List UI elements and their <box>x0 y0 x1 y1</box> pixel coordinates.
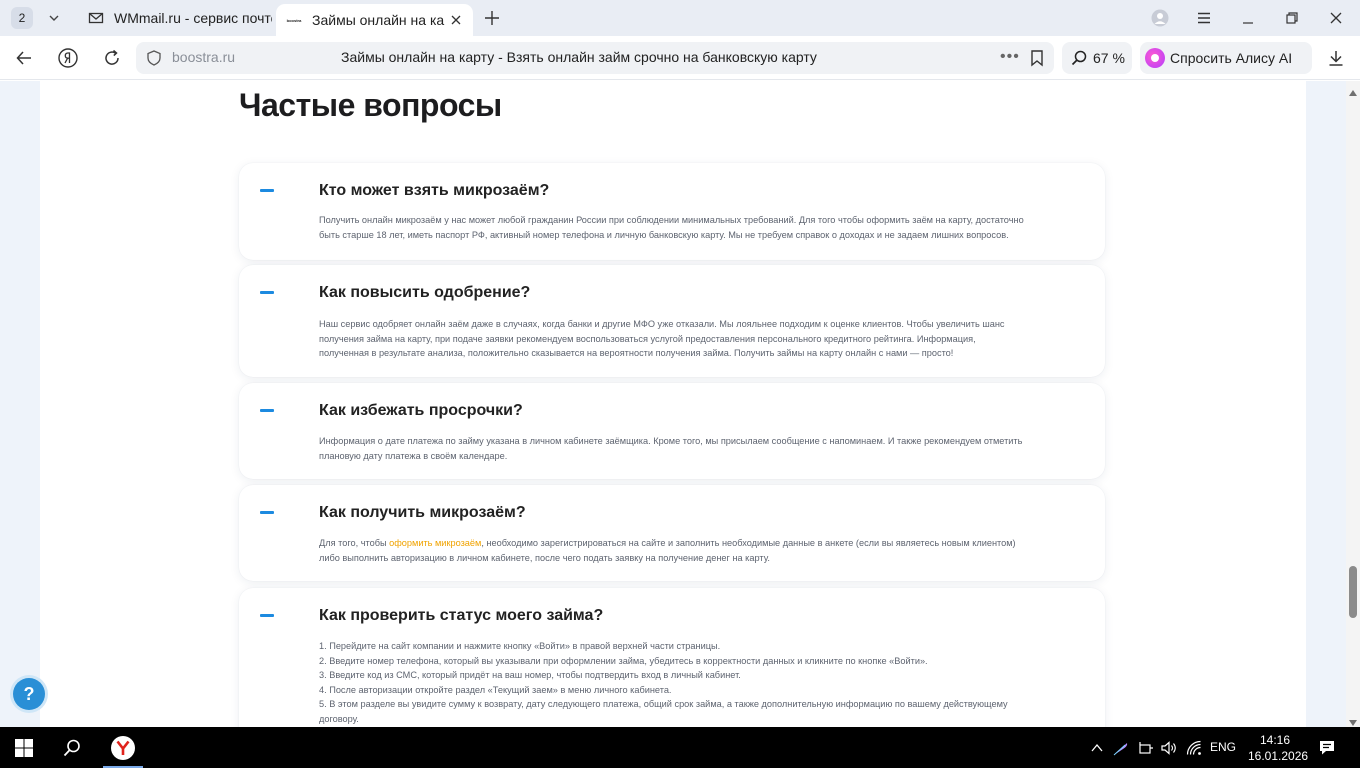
tab-title: Займы онлайн на карту <box>312 12 445 28</box>
faq-answer-line: 1. Перейдите на сайт компании и нажмите … <box>319 641 721 651</box>
faq-question[interactable]: Как получить микрозаём? <box>319 504 526 522</box>
faq-answer-line: 5. В этом разделе вы увидите сумму к воз… <box>319 699 1008 710</box>
ask-alice-button[interactable]: Спросить Алису AI <box>1140 42 1312 74</box>
faq-answer-line: либо выполнить авторизацию в личном каби… <box>319 552 770 563</box>
tab-title: WMmail.ru - сервис почтовых рассылок <box>114 10 272 26</box>
faq-answer: Информация о дате платежа по займу указа… <box>319 434 1091 463</box>
faq-answer: 1. Перейдите на сайт компании и нажмите … <box>319 639 1091 727</box>
scroll-down-arrow-icon[interactable] <box>1349 714 1357 726</box>
address-page-title: Займы онлайн на карту - Взять онлайн зай… <box>341 49 817 65</box>
faq-answer: Наш сервис одобряет онлайн заём даже в с… <box>319 317 1091 361</box>
yandex-browser-taskbar-button[interactable] <box>103 727 143 768</box>
wifi-icon[interactable] <box>1185 739 1203 757</box>
clock[interactable]: 14:16 16.01.2026 <box>1248 732 1309 764</box>
faq-answer-line: Для того, чтобы оформить микрозаём, необ… <box>319 536 1091 551</box>
input-language-indicator[interactable]: ENG <box>1210 740 1236 754</box>
collapse-minus-icon[interactable] <box>260 409 274 412</box>
faq-answer-line: плановую дату платежа в своём календаре. <box>319 450 508 461</box>
close-tab-icon[interactable] <box>445 9 467 31</box>
network-device-icon[interactable] <box>1137 739 1155 757</box>
yandex-home-icon[interactable] <box>56 46 80 70</box>
reload-icon[interactable] <box>100 46 124 70</box>
faq-item[interactable]: Как получить микрозаём? Для того, чтобы … <box>239 485 1105 581</box>
clock-time: 14:16 <box>1259 733 1291 747</box>
browser-toolbar: boostra.ru Займы онлайн на карту - Взять… <box>0 36 1360 80</box>
faq-answer-line: договору. <box>319 713 359 724</box>
menu-hamburger-icon[interactable] <box>1191 6 1217 30</box>
tab-count-button[interactable]: 2 <box>11 7 33 29</box>
zoom-level: 67 % <box>1093 50 1125 66</box>
zoom-indicator[interactable]: 67 % <box>1062 42 1132 74</box>
boostra-favicon-icon: boostra <box>286 12 302 28</box>
faq-answer: Получить онлайн микрозаём у нас может лю… <box>319 213 1091 242</box>
faq-answer-line: 3. Введите код из СМС, который придёт на… <box>319 670 741 681</box>
scroll-up-arrow-icon[interactable] <box>1349 84 1357 96</box>
scrollbar-thumb[interactable] <box>1349 566 1357 618</box>
faq-answer-line: 4. После авторизации откройте раздел «Те… <box>319 684 672 695</box>
bookmark-icon[interactable] <box>1028 49 1046 67</box>
yandex-browser-icon <box>111 735 135 760</box>
wmmail-favicon-icon <box>88 10 104 26</box>
address-host: boostra.ru <box>172 49 236 65</box>
profile-avatar-icon[interactable] <box>1147 6 1173 30</box>
faq-item[interactable]: Как повысить одобрение? Наш сервис одобр… <box>239 265 1105 377</box>
collapse-minus-icon[interactable] <box>260 614 274 617</box>
faq-answer-line: полученная в результате анализа, положит… <box>319 348 954 359</box>
faq-answer-line: получения займа на карту, при подаче зая… <box>319 333 976 344</box>
alice-logo-icon <box>1145 48 1165 68</box>
new-tab-plus-icon[interactable] <box>480 6 504 30</box>
faq-section: Частые вопросы Кто может взять микрозаём… <box>40 81 1306 727</box>
faq-answer-text: , необходимо зарегистрироваться на сайте… <box>481 538 1016 548</box>
apply-loan-link[interactable]: оформить микрозаём <box>389 538 481 548</box>
faq-answer-line: Наш сервис одобряет онлайн заём даже в с… <box>319 319 1005 329</box>
page-scrollbar[interactable] <box>1346 81 1360 727</box>
faq-question[interactable]: Как повысить одобрение? <box>319 284 530 302</box>
faq-answer-line: Информация о дате платежа по займу указа… <box>319 436 1023 446</box>
faq-answer-line: быть старше 18 лет, иметь паспорт РФ, ак… <box>319 229 1009 240</box>
faq-item[interactable]: Кто может взять микрозаём? Получить онла… <box>239 163 1105 260</box>
tab-boostra[interactable]: boostra Займы онлайн на карту <box>276 4 473 36</box>
volume-icon[interactable] <box>1160 739 1178 757</box>
tab-strip: 2 WMmail.ru - сервис почтовых рассылок b… <box>0 0 1360 36</box>
faq-answer-text: Для того, чтобы <box>319 538 390 548</box>
collapse-minus-icon[interactable] <box>260 291 274 294</box>
downloads-icon[interactable] <box>1324 46 1348 70</box>
pen-feather-icon[interactable] <box>1112 739 1130 757</box>
faq-question[interactable]: Как избежать просрочки? <box>319 402 523 420</box>
close-window-icon[interactable] <box>1323 6 1349 30</box>
help-chat-button[interactable]: ? <box>13 678 45 710</box>
faq-item[interactable]: Как избежать просрочки? Информация о дат… <box>239 383 1105 479</box>
tab-wmmail[interactable]: WMmail.ru - сервис почтовых рассылок <box>78 3 272 33</box>
page-viewport: Частые вопросы Кто может взять микрозаём… <box>0 81 1346 727</box>
minimize-window-icon[interactable] <box>1235 6 1261 30</box>
faq-question[interactable]: Как проверить статус моего займа? <box>319 607 603 625</box>
notifications-icon[interactable] <box>1318 739 1336 757</box>
show-hidden-icons-chevron-icon[interactable] <box>1088 739 1106 757</box>
tab-list-chevron-icon[interactable] <box>43 7 65 29</box>
restore-window-icon[interactable] <box>1279 6 1305 30</box>
help-question-icon: ? <box>23 683 35 704</box>
faq-question[interactable]: Кто может взять микрозаём? <box>319 182 549 200</box>
ask-alice-label: Спросить Алису AI <box>1170 50 1293 66</box>
collapse-minus-icon[interactable] <box>260 511 274 514</box>
zoom-search-icon <box>1071 50 1087 66</box>
faq-answer-line: 2. Введите номер телефона, который вы ук… <box>319 655 928 666</box>
back-arrow-icon[interactable] <box>12 46 36 70</box>
more-dots-icon[interactable]: ••• <box>1000 48 1020 66</box>
boostra-favicon-text: boostra <box>286 17 302 23</box>
collapse-minus-icon[interactable] <box>260 189 274 192</box>
search-icon[interactable] <box>60 736 84 760</box>
faq-answer-line: Получить онлайн микрозаём у нас может лю… <box>319 215 1024 225</box>
faq-item[interactable]: Как проверить статус моего займа? 1. Пер… <box>239 588 1105 727</box>
faq-answer: Для того, чтобы оформить микрозаём, необ… <box>319 536 1091 565</box>
windows-start-icon[interactable] <box>12 736 36 760</box>
clock-date: 16.01.2026 <box>1248 749 1309 763</box>
address-bar[interactable]: boostra.ru Займы онлайн на карту - Взять… <box>136 42 1054 74</box>
site-security-icon[interactable] <box>146 50 162 66</box>
faq-heading: Частые вопросы <box>239 87 502 123</box>
windows-taskbar: ENG 14:16 16.01.2026 <box>0 727 1360 768</box>
